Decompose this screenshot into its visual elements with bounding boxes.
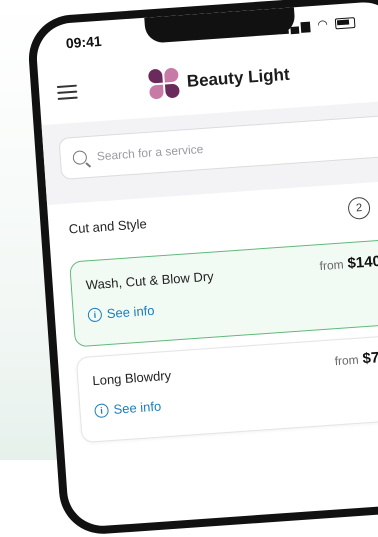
- service-name: Wash, Cut & Blow Dry: [85, 268, 215, 293]
- section-controls: 2 ︿: [347, 194, 378, 221]
- price-value: $140: [346, 252, 378, 273]
- section-title: Cut and Style: [68, 215, 148, 237]
- service-card-wash-cut-blow-dry[interactable]: Wash, Cut & Blow Dry from$140 ✓ iSee inf…: [69, 238, 378, 348]
- signal-icon: ▂▄▆: [278, 18, 313, 35]
- search-icon: [72, 150, 88, 166]
- see-info-label: See info: [106, 302, 155, 322]
- phone-frame: 09:41 ▂▄▆ ◠ Beauty Light Search for a se…: [26, 0, 378, 537]
- search-input[interactable]: Search for a service: [58, 114, 378, 180]
- price-prefix: from: [334, 352, 360, 369]
- service-price: from $140: [319, 253, 378, 274]
- service-price: from $70: [334, 349, 378, 370]
- notch: [144, 7, 296, 44]
- wifi-icon: ◠: [316, 16, 331, 32]
- hamburger-menu-icon[interactable]: [56, 84, 78, 100]
- logo-icon: [147, 67, 180, 100]
- price-prefix: from: [319, 257, 345, 274]
- info-icon: i: [87, 306, 103, 322]
- section-count-badge: 2: [347, 196, 371, 220]
- status-time: 09:41: [65, 32, 103, 52]
- price-value: $70: [361, 348, 378, 368]
- app-title: Beauty Light: [186, 64, 291, 91]
- phone-screen: 09:41 ▂▄▆ ◠ Beauty Light Search for a se…: [34, 0, 378, 529]
- service-card-long-blowdry[interactable]: Long Blowdry from $70 i See info: [75, 333, 378, 444]
- battery-icon: [334, 17, 356, 30]
- see-info-label: See info: [112, 398, 162, 417]
- see-info-link[interactable]: i See info: [87, 303, 155, 323]
- brand-logo: Beauty Light: [147, 60, 291, 100]
- info-icon: i: [94, 402, 110, 418]
- search-placeholder: Search for a service: [96, 141, 204, 164]
- service-name: Long Blowdry: [91, 367, 172, 389]
- see-info-link[interactable]: i See info: [94, 399, 162, 419]
